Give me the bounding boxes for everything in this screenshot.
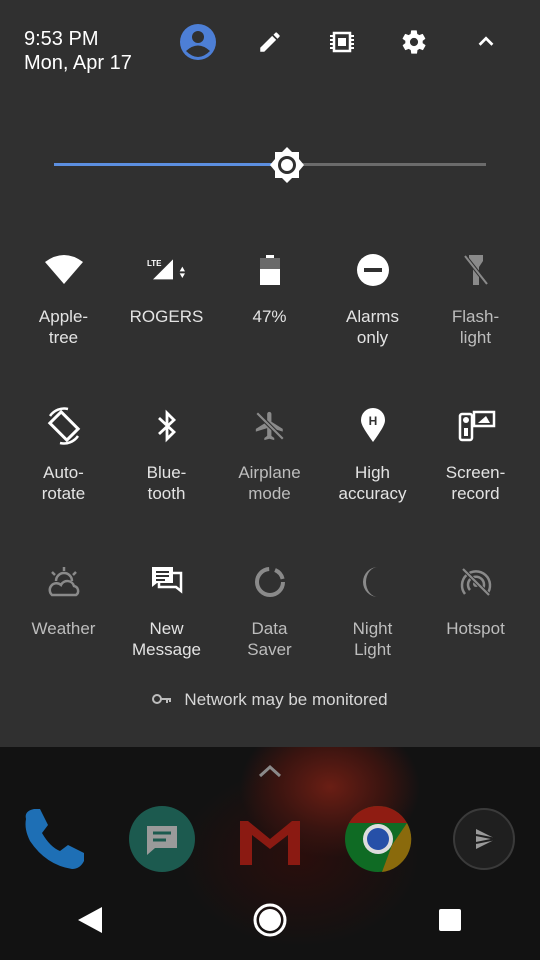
settings-icon[interactable] — [394, 22, 434, 62]
night-light-icon — [351, 560, 395, 604]
tile-new-message[interactable]: New Message — [115, 556, 218, 712]
tile-cellular[interactable]: LTE ROGERS — [115, 244, 218, 400]
gmail-app-icon[interactable] — [236, 805, 304, 873]
messages-app-icon[interactable] — [128, 805, 196, 873]
wifi-icon — [42, 248, 86, 292]
tile-label: Apple- tree — [38, 307, 89, 347]
tile-screen-record[interactable]: Screen- record — [424, 400, 527, 556]
status-date: Mon, Apr 17 — [24, 52, 132, 74]
tile-alarms-only[interactable]: Alarms only — [321, 244, 424, 400]
collapse-icon[interactable] — [466, 22, 506, 62]
tile-flashlight[interactable]: Flash- light — [424, 244, 527, 400]
tile-label: Blue- tooth — [146, 463, 187, 503]
app-drawer-chevron-icon[interactable] — [256, 763, 284, 784]
tile-label: Night Light — [352, 619, 393, 659]
brightness-fill — [54, 163, 288, 166]
tile-data-saver[interactable]: Data Saver — [218, 556, 321, 712]
tile-wifi[interactable]: Apple- tree — [12, 244, 115, 400]
account-icon[interactable] — [178, 22, 218, 62]
back-icon[interactable] — [60, 890, 120, 950]
battery-icon — [248, 248, 292, 292]
recents-icon[interactable] — [420, 890, 480, 950]
flashlight-icon — [454, 248, 498, 292]
tile-hotspot[interactable]: Hotspot — [424, 556, 527, 712]
data-saver-icon — [248, 560, 292, 604]
home-icon[interactable] — [240, 890, 300, 950]
network-monitored-notice[interactable]: Network may be monitored — [0, 690, 540, 710]
tile-label: Alarms only — [346, 307, 399, 347]
play-movies-app-icon[interactable] — [450, 805, 518, 873]
edit-icon[interactable] — [250, 22, 290, 62]
key-icon — [152, 690, 184, 710]
auto-rotate-icon — [42, 404, 86, 448]
location-icon: H — [351, 404, 395, 448]
tile-label: Auto- rotate — [41, 463, 86, 503]
hotspot-icon — [454, 560, 498, 604]
lte-signal-icon: LTE — [145, 248, 189, 292]
memory-icon[interactable] — [322, 22, 362, 62]
tile-label: Airplane mode — [238, 463, 301, 503]
quick-settings-panel: 9:53 PM Mon, Apr 17 Apple- tree LTE ROGE… — [0, 0, 540, 747]
screen-record-icon — [454, 404, 498, 448]
tile-label: Weather — [31, 619, 96, 638]
svg-text:LTE: LTE — [147, 259, 162, 268]
airplane-icon — [248, 404, 292, 448]
tile-location[interactable]: H High accuracy — [321, 400, 424, 556]
network-notice-text: Network may be monitored — [184, 690, 388, 709]
tile-label: New Message — [132, 619, 201, 659]
tile-night-light[interactable]: Night Light — [321, 556, 424, 712]
tile-label: Screen- record — [445, 463, 506, 503]
tile-label: High accuracy — [338, 463, 407, 503]
bluetooth-icon — [145, 404, 189, 448]
tile-airplane-mode[interactable]: Airplane mode — [218, 400, 321, 556]
chrome-app-icon[interactable] — [344, 805, 412, 873]
tile-label: 47% — [252, 307, 287, 326]
tile-label: Data Saver — [247, 619, 292, 659]
tile-label: Hotspot — [446, 619, 505, 638]
navigation-bar — [0, 880, 540, 960]
weather-icon — [42, 560, 86, 604]
do-not-disturb-icon — [351, 248, 395, 292]
brightness-slider[interactable] — [54, 147, 486, 183]
phone-app-icon[interactable] — [18, 805, 86, 873]
tile-auto-rotate[interactable]: Auto- rotate — [12, 400, 115, 556]
tile-weather[interactable]: Weather — [12, 556, 115, 712]
svg-text:H: H — [368, 414, 377, 428]
tile-battery[interactable]: 47% — [218, 244, 321, 400]
home-screen — [0, 747, 540, 960]
tile-label: ROGERS — [129, 307, 204, 326]
tile-bluetooth[interactable]: Blue- tooth — [115, 400, 218, 556]
status-time: 9:53 PM — [24, 28, 99, 50]
brightness-thumb-icon[interactable] — [268, 146, 306, 184]
message-icon — [145, 560, 189, 604]
tile-label: Flash- light — [451, 307, 500, 347]
quick-settings-grid: Apple- tree LTE ROGERS 47% Alarms only F… — [12, 244, 528, 712]
